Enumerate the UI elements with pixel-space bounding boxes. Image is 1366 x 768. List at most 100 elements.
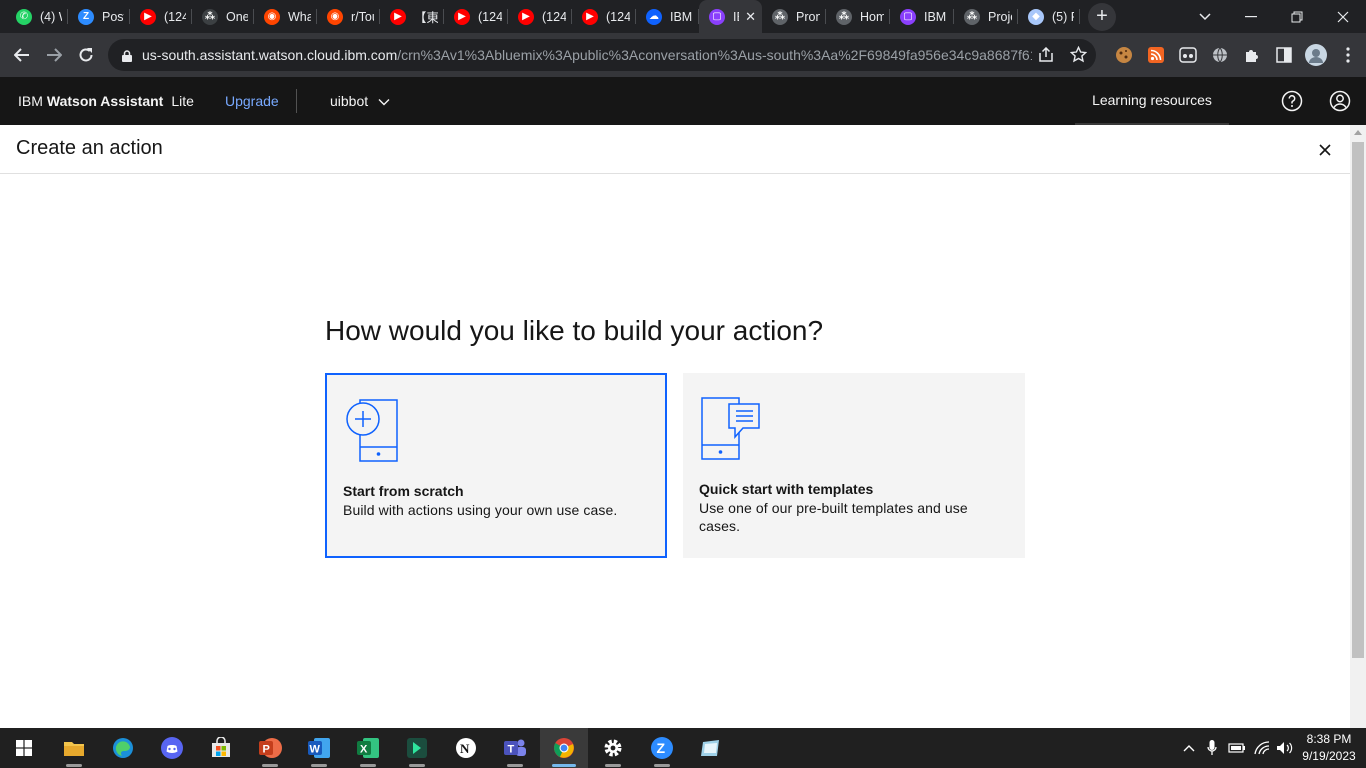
discord-icon[interactable] xyxy=(148,728,196,768)
tab-title: r/Tou xyxy=(351,9,374,24)
tab-search-icon[interactable] xyxy=(1182,0,1228,33)
youtube-icon: ▶ xyxy=(518,8,534,25)
browser-tab[interactable]: ▶ (124 xyxy=(444,0,508,33)
page-scrollbar[interactable] xyxy=(1350,125,1366,728)
wifi-icon[interactable] xyxy=(1251,728,1273,768)
browser-tab[interactable]: Z Post xyxy=(68,0,130,33)
browser-tab[interactable]: ▶ 【東方 xyxy=(380,0,444,33)
browser-tab[interactable]: ◉ Wha xyxy=(254,0,317,33)
browser-tab[interactable]: ☁ IBM xyxy=(636,0,699,33)
word-icon[interactable]: W xyxy=(295,728,343,768)
tab-title: IB xyxy=(733,9,739,24)
browser-tab[interactable]: ▶ (124 xyxy=(572,0,636,33)
watson-assistant-icon: ▢ xyxy=(900,8,916,25)
profile-avatar[interactable] xyxy=(1300,39,1332,71)
browser-tab[interactable]: ▢ IBM xyxy=(890,0,954,33)
tab-title: Proje xyxy=(988,9,1012,24)
tab-title: Wha xyxy=(288,9,311,24)
start-icon[interactable] xyxy=(0,728,48,768)
tab-title: (5) R xyxy=(1052,9,1074,24)
extensions-area xyxy=(1108,39,1364,71)
tab-title: Pron xyxy=(796,9,820,24)
app-icon[interactable] xyxy=(393,728,441,768)
tab-title: (4) W xyxy=(40,9,62,24)
browser-tab[interactable]: ▶ (124 xyxy=(508,0,572,33)
assistant-switcher[interactable]: uibbot xyxy=(330,77,390,125)
microsoft-store-icon[interactable] xyxy=(197,728,245,768)
url-path: /crn%3Av1%3Abluemix%3Apublic%3Aconversat… xyxy=(397,47,1032,63)
cookie-extension-icon[interactable] xyxy=(1108,39,1140,71)
powerpoint-icon[interactable]: P xyxy=(246,728,294,768)
quick-start-templates-tile[interactable]: Quick start with templates Use one of ou… xyxy=(683,373,1025,558)
system-clock[interactable]: 8:38 PM 9/19/2023 xyxy=(1296,731,1362,765)
globe-icon[interactable] xyxy=(1204,39,1236,71)
side-panel-icon[interactable] xyxy=(1268,39,1300,71)
edge-icon[interactable] xyxy=(99,728,147,768)
zoom-icon: Z xyxy=(78,8,94,25)
scroll-up-arrow-icon[interactable] xyxy=(1354,130,1362,135)
diamond-icon: ◆ xyxy=(1028,8,1044,25)
notion-icon[interactable]: N xyxy=(442,728,490,768)
browser-tab[interactable]: ⁂ Hom xyxy=(826,0,890,33)
browser-tab[interactable]: ✆ (4) W xyxy=(6,0,68,33)
browser-menu-icon[interactable] xyxy=(1332,39,1364,71)
battery-icon[interactable] xyxy=(1226,728,1248,768)
browser-tab[interactable]: ⁂ Pron xyxy=(762,0,826,33)
microphone-icon[interactable] xyxy=(1202,728,1222,768)
browser-tab[interactable]: ⁂ Proje xyxy=(954,0,1018,33)
svg-text:W: W xyxy=(310,744,321,756)
browser-tab[interactable]: ⁂ One xyxy=(192,0,254,33)
file-explorer-icon[interactable] xyxy=(50,728,98,768)
upgrade-link[interactable]: Upgrade xyxy=(225,77,279,125)
tab-close-icon[interactable]: ✕ xyxy=(745,9,756,25)
forward-icon[interactable] xyxy=(38,39,70,71)
assistant-name: uibbot xyxy=(330,93,369,109)
browser-tab[interactable]: ◆ (5) R xyxy=(1018,0,1080,33)
ibm-cloud-icon: ☁ xyxy=(646,8,662,25)
option-description: Build with actions using your own use ca… xyxy=(343,502,618,518)
scrollbar-thumb[interactable] xyxy=(1352,142,1364,658)
address-bar[interactable]: us-south.assistant.watson.cloud.ibm.com/… xyxy=(108,39,1096,71)
extensions-puzzle-icon[interactable] xyxy=(1236,39,1268,71)
page-title: Create an action xyxy=(16,137,163,159)
window-close-icon[interactable] xyxy=(1320,0,1366,33)
teams-icon[interactable]: T xyxy=(491,728,539,768)
app-brand[interactable]: IBM Watson Assistant Lite xyxy=(18,77,194,125)
rss-icon[interactable] xyxy=(1140,39,1172,71)
browser-toolbar: us-south.assistant.watson.cloud.ibm.com/… xyxy=(0,33,1366,77)
brand-prefix: IBM xyxy=(18,93,43,109)
excel-icon[interactable]: X xyxy=(344,728,392,768)
phone-add-icon xyxy=(343,397,403,468)
back-icon[interactable] xyxy=(6,39,38,71)
header-divider xyxy=(296,89,297,113)
learning-resources-button[interactable]: Learning resources xyxy=(1075,77,1229,125)
new-tab-button[interactable]: + xyxy=(1088,2,1116,31)
reload-icon[interactable] xyxy=(70,39,102,71)
browser-tab[interactable]: ▢ IB ✕ xyxy=(699,0,762,33)
zoom-icon[interactable]: Z xyxy=(638,728,686,768)
tab-title: (124 xyxy=(542,9,566,24)
chrome-icon[interactable] xyxy=(540,728,588,768)
volume-icon[interactable] xyxy=(1274,728,1296,768)
start-from-scratch-tile[interactable]: Start from scratch Build with actions us… xyxy=(325,373,667,558)
close-icon[interactable] xyxy=(1312,137,1338,163)
help-icon[interactable] xyxy=(1276,85,1308,117)
minimize-icon[interactable] xyxy=(1228,0,1274,33)
browser-tab[interactable]: ▶ (124 xyxy=(130,0,192,33)
svg-text:N: N xyxy=(460,741,470,756)
reddit-icon: ◉ xyxy=(327,8,343,25)
bookmark-star-icon[interactable] xyxy=(1069,45,1088,66)
lock-icon[interactable] xyxy=(122,49,132,62)
browser-tab[interactable]: ◉ r/Tou xyxy=(317,0,380,33)
option-description: Use one of our pre-built templates and u… xyxy=(699,500,968,534)
settings-icon[interactable] xyxy=(589,728,637,768)
show-hidden-icons-icon[interactable] xyxy=(1178,728,1200,768)
user-profile-icon[interactable] xyxy=(1324,85,1356,117)
tab-title: One xyxy=(226,9,248,24)
restore-icon[interactable] xyxy=(1274,0,1320,33)
reader-extension-icon[interactable] xyxy=(1172,39,1204,71)
tab-title: (124 xyxy=(478,9,502,24)
notes-icon[interactable] xyxy=(687,728,735,768)
tab-title: Hom xyxy=(860,9,884,24)
share-icon[interactable] xyxy=(1038,46,1054,66)
